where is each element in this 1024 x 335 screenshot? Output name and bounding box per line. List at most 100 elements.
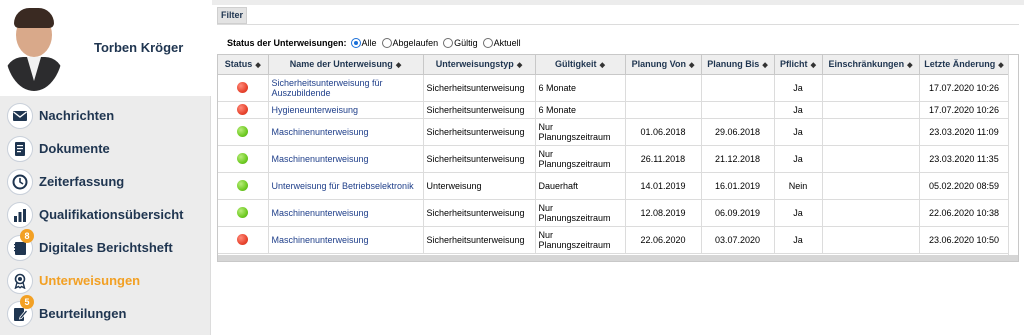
- restrictions-cell: [822, 145, 920, 173]
- table-row[interactable]: Hygieneunterweisung Sicherheitsunterweis…: [218, 101, 1010, 119]
- sort-icon: ◆: [395, 62, 402, 70]
- table-row[interactable]: Sicherheitsunterweisung für Auszubildend…: [218, 74, 1010, 102]
- status-cell: [218, 172, 269, 200]
- to-cell: 21.12.2018: [701, 145, 775, 173]
- from-cell: 01.06.2018: [625, 118, 702, 146]
- validity-cell: 6 Monate: [535, 74, 626, 102]
- sidebar-item-nachrichten[interactable]: Nachrichten: [0, 100, 211, 133]
- radio-abgelaufen[interactable]: [381, 38, 392, 48]
- changed-cell: 17.07.2020 10:26: [919, 74, 1010, 102]
- status-indicator-green: [237, 126, 249, 138]
- from-cell: 14.01.2019: [625, 172, 702, 200]
- from-cell: [625, 101, 702, 119]
- status-indicator-red: [237, 234, 249, 246]
- sidebar-item-zeiterfassung[interactable]: Zeiterfassung: [0, 166, 211, 199]
- sidebar-item-label: Unterweisungen: [39, 273, 141, 288]
- notification-badge: 8: [20, 229, 34, 243]
- sort-icon: ◆: [810, 62, 816, 70]
- sort-icon: ◆: [907, 62, 913, 70]
- radio-label-aktuell[interactable]: Aktuell: [494, 38, 521, 48]
- user-name: Torben Kröger: [94, 40, 184, 55]
- mandatory-cell: Ja: [774, 101, 823, 119]
- name-link[interactable]: Unterweisung für Betriebselektronik: [268, 172, 424, 200]
- restrictions-cell: [822, 226, 920, 254]
- avatar[interactable]: [5, 5, 63, 91]
- radio-alle[interactable]: [350, 38, 361, 48]
- validity-cell: Nur Planungszeitraum: [535, 226, 626, 254]
- column-header-status[interactable]: Status ◆: [218, 55, 269, 75]
- sidebar-item-qualifikationsuebersicht[interactable]: Qualifikationsübersicht: [0, 199, 211, 232]
- column-header-name[interactable]: Name der Unterweisung ◆: [268, 55, 424, 75]
- unterweisungen-table: Status ◆ Name der Unterweisung ◆ Unterweis…: [217, 54, 1019, 262]
- type-cell: Sicherheitsunterweisung: [423, 199, 536, 227]
- sidebar-item-dokumente[interactable]: Dokumente: [0, 133, 211, 166]
- changed-cell: 17.07.2020 10:26: [919, 101, 1010, 119]
- notification-badge: 5: [20, 295, 34, 309]
- status-filter-label: Status der Unterweisungen:: [227, 38, 347, 48]
- filter-tab[interactable]: Filter: [217, 7, 247, 24]
- type-cell: Sicherheitsunterweisung: [423, 145, 536, 173]
- table-scrollbar[interactable]: [1008, 55, 1018, 261]
- name-link[interactable]: Hygieneunterweisung: [268, 101, 424, 119]
- mandatory-cell: Ja: [774, 199, 823, 227]
- sidebar-item-berichtsheft[interactable]: 8 Digitales Berichtsheft: [0, 229, 211, 265]
- radio-aktuell[interactable]: [482, 38, 493, 48]
- sidebar-item-label: Digitales Berichtsheft: [39, 240, 173, 255]
- document-icon: [7, 136, 33, 162]
- type-cell: Sicherheitsunterweisung: [423, 101, 536, 119]
- column-header-mandatory[interactable]: Pflicht ◆: [774, 55, 823, 75]
- name-link[interactable]: Maschinenunterweisung: [268, 226, 424, 254]
- column-header-to[interactable]: Planung Bis ◆: [701, 55, 775, 75]
- type-cell: Sicherheitsunterweisung: [423, 118, 536, 146]
- to-cell: 29.06.2018: [701, 118, 775, 146]
- status-cell: [218, 199, 269, 227]
- sort-icon: ◆: [255, 62, 261, 70]
- table-row[interactable]: Unterweisung für Betriebselektronik Unte…: [218, 172, 1010, 200]
- column-header-changed[interactable]: Letzte Änderung ◆: [919, 55, 1010, 75]
- radio-label-gueltig[interactable]: Gültig: [454, 38, 478, 48]
- radio-label-alle[interactable]: Alle: [362, 38, 377, 48]
- status-cell: [218, 226, 269, 254]
- validity-cell: 6 Monate: [535, 101, 626, 119]
- award-icon: [7, 268, 33, 294]
- table-row[interactable]: Maschinenunterweisung Sicherheitsunterwe…: [218, 118, 1010, 146]
- table-row[interactable]: Maschinenunterweisung Sicherheitsunterwe…: [218, 226, 1010, 254]
- sort-icon: ◆: [762, 62, 768, 70]
- table-row[interactable]: Maschinenunterweisung Sicherheitsunterwe…: [218, 145, 1010, 173]
- changed-cell: 05.02.2020 08:59: [919, 172, 1010, 200]
- to-cell: 06.09.2019: [701, 199, 775, 227]
- radio-gueltig[interactable]: [443, 38, 454, 48]
- sidebar-item-label: Qualifikationsübersicht: [39, 207, 184, 222]
- from-cell: 12.08.2019: [625, 199, 702, 227]
- mandatory-cell: Nein: [774, 172, 823, 200]
- column-header-from[interactable]: Planung Von ◆: [625, 55, 702, 75]
- status-cell: [218, 118, 269, 146]
- table-row[interactable]: Maschinenunterweisung Sicherheitsunterwe…: [218, 199, 1010, 227]
- type-cell: Sicherheitsunterweisung: [423, 74, 536, 102]
- sort-icon: ◆: [998, 62, 1004, 70]
- changed-cell: 23.03.2020 11:35: [919, 145, 1010, 173]
- profile-card: Torben Kröger: [0, 0, 211, 96]
- sidebar-item-label: Dokumente: [39, 141, 110, 156]
- radio-label-abgelaufen[interactable]: Abgelaufen: [393, 38, 439, 48]
- sidebar-item-unterweisungen[interactable]: Unterweisungen: [0, 265, 211, 298]
- name-link[interactable]: Sicherheitsunterweisung für Auszubildend…: [268, 74, 424, 102]
- name-link[interactable]: Maschinenunterweisung: [268, 199, 424, 227]
- column-header-restrictions[interactable]: Einschränkungen ◆: [822, 55, 920, 75]
- restrictions-cell: [822, 101, 920, 119]
- column-header-validity[interactable]: Gültigkeit ◆: [535, 55, 626, 75]
- mandatory-cell: Ja: [774, 145, 823, 173]
- status-cell: [218, 101, 269, 119]
- from-cell: [625, 74, 702, 102]
- name-link[interactable]: Maschinenunterweisung: [268, 118, 424, 146]
- restrictions-cell: [822, 118, 920, 146]
- type-cell: Sicherheitsunterweisung: [423, 226, 536, 254]
- sidebar-item-label: Nachrichten: [39, 108, 115, 123]
- to-cell: 16.01.2019: [701, 172, 775, 200]
- column-header-type[interactable]: Unterweisungstyp ◆: [423, 55, 536, 75]
- sidebar-item-beurteilungen[interactable]: 5 Beurteilungen: [0, 295, 211, 331]
- restrictions-cell: [822, 199, 920, 227]
- sort-icon: ◆: [599, 62, 605, 70]
- sidebar: Torben Kröger Nachrichten Dokumente Zeit…: [0, 0, 211, 335]
- name-link[interactable]: Maschinenunterweisung: [268, 145, 424, 173]
